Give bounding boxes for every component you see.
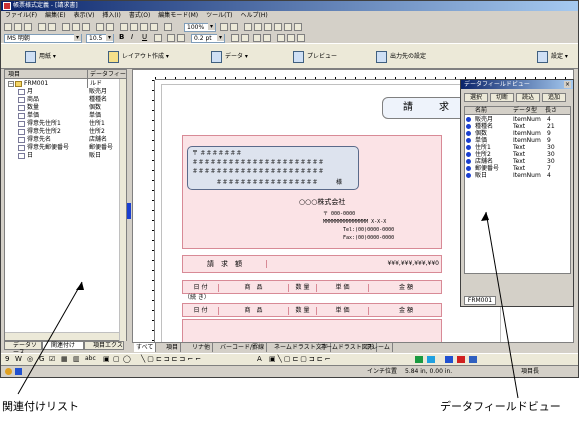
callout-line-right	[485, 211, 519, 399]
callout-lines	[17, 211, 519, 399]
callout-arrow-right	[481, 212, 489, 221]
callout-arrow-left	[76, 282, 84, 290]
callout-line-left	[17, 281, 83, 395]
callout-data-field-view: データフィールドビュー	[440, 400, 561, 413]
callout-relation-list: 関連付けリスト	[2, 400, 79, 413]
